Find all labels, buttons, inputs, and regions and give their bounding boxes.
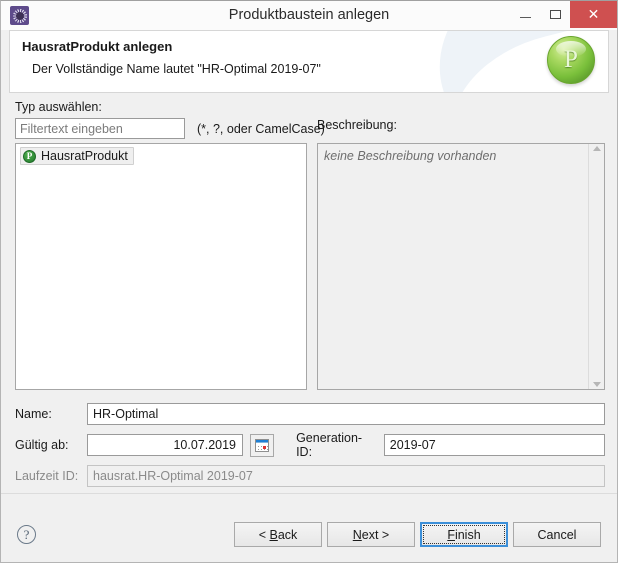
description-label: Beschreibung:	[317, 118, 397, 132]
back-mnemonic: B	[269, 527, 278, 542]
detail-form: Name: Gültig ab: Generation-ID: Laufzeit	[15, 403, 605, 496]
list-item[interactable]: P HausratProdukt	[20, 147, 134, 165]
runtime-id-input	[87, 465, 605, 487]
filter-row: (*, ?, oder CamelCase)	[15, 118, 325, 139]
calendar-icon	[255, 438, 270, 452]
banner-subtitle: Der Vollständige Name lautet "HR-Optimal…	[32, 62, 321, 76]
type-select-label: Typ auswählen:	[15, 100, 102, 114]
filter-hint: (*, ?, oder CamelCase)	[197, 121, 325, 136]
back-pre: <	[258, 527, 270, 542]
logo-letter: P	[564, 46, 578, 73]
cancel-post: Cancel	[537, 527, 577, 542]
next-button[interactable]: Next >	[327, 522, 415, 547]
product-logo-icon: P	[547, 36, 597, 86]
finish-mnemonic: F	[447, 527, 455, 542]
minimize-button[interactable]	[510, 1, 540, 28]
name-label: Name:	[15, 407, 52, 421]
wizard-banner: HausratProdukt anlegen Der Vollständige …	[9, 30, 609, 93]
window-controls: ✕	[510, 1, 617, 28]
description-text: keine Beschreibung vorhanden	[324, 149, 497, 163]
title-bar: Produktbaustein anlegen ✕	[1, 1, 617, 30]
cancel-button[interactable]: Cancel	[513, 522, 601, 547]
generation-id-input[interactable]	[383, 434, 605, 456]
valid-from-label: Gültig ab:	[15, 438, 69, 452]
back-post: ack	[277, 527, 298, 542]
product-badge-icon: P	[23, 149, 36, 163]
runtime-id-row: Laufzeit ID:	[15, 465, 605, 487]
name-input[interactable]	[87, 403, 605, 425]
filter-input[interactable]	[15, 118, 185, 139]
date-picker-button[interactable]	[250, 433, 275, 457]
runtime-id-label: Laufzeit ID:	[15, 469, 79, 483]
list-item-label: HausratProdukt	[41, 149, 128, 163]
next-mnemonic: N	[352, 527, 362, 542]
maximize-button[interactable]	[540, 1, 570, 28]
dialog-content: Typ auswählen: (*, ?, oder CamelCase) Be…	[1, 93, 617, 562]
scroll-down-icon[interactable]	[592, 382, 601, 387]
next-post: ext >	[361, 527, 390, 542]
button-bar-divider	[1, 493, 617, 494]
name-row: Name:	[15, 403, 605, 425]
generation-id-label: Generation-ID:	[296, 431, 363, 459]
finish-button[interactable]: Finish	[420, 522, 508, 547]
finish-post: inish	[454, 527, 481, 542]
scroll-up-icon[interactable]	[592, 146, 601, 151]
dialog-window: Produktbaustein anlegen ✕ HausratProdukt…	[0, 0, 618, 563]
type-list[interactable]: P HausratProdukt	[15, 143, 307, 390]
description-panel: keine Beschreibung vorhanden	[317, 143, 605, 390]
help-icon[interactable]: ?	[17, 525, 36, 544]
back-button[interactable]: < Back	[234, 522, 322, 547]
valid-from-row: Gültig ab: Generation-ID:	[15, 431, 605, 459]
button-bar: ? < Back Next > Finish Cancel	[1, 507, 617, 562]
close-button[interactable]: ✕	[570, 1, 617, 28]
valid-from-input[interactable]	[87, 434, 243, 456]
wizard-buttons: < Back Next > Finish Cancel	[234, 522, 601, 547]
banner-title: HausratProdukt anlegen	[22, 39, 173, 54]
description-scrollbar[interactable]	[588, 144, 604, 389]
